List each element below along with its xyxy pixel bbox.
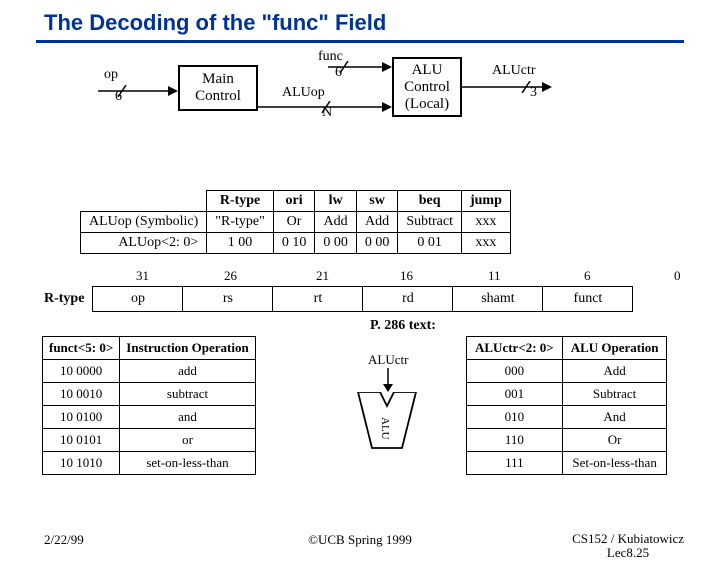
col-hdr: ALU Operation: [562, 337, 667, 360]
field: op: [93, 287, 183, 312]
col-hdr: sw: [356, 191, 398, 212]
op-label: op: [104, 67, 118, 83]
cell: 0 00: [315, 233, 357, 254]
alu-text: ALU: [379, 417, 391, 440]
aluctr-table: ALUctr<2: 0>ALU Operation 000Add 001Subt…: [466, 336, 667, 475]
bit: 26: [224, 268, 237, 284]
cell: 111: [467, 452, 563, 475]
col-hdr: jump: [461, 191, 510, 212]
cell: "R-type": [207, 212, 274, 233]
instruction-format: R-type op rs rt rd shamt funct: [44, 286, 633, 312]
cell: or: [120, 429, 255, 452]
cell: xxx: [461, 233, 510, 254]
bit: 31: [136, 268, 149, 284]
arrow-aluop: [258, 101, 392, 113]
footer-ref: CS152 / Kubiatowicz Lec8.25: [572, 532, 684, 561]
aluctr2-label: ALUctr: [368, 352, 408, 368]
page-title: The Decoding of the "func" Field: [0, 0, 720, 40]
cell: 0 00: [356, 233, 398, 254]
field: rt: [273, 287, 363, 312]
main-control-box: Main Control: [178, 65, 258, 111]
cell: set-on-less-than: [120, 452, 255, 475]
col-hdr: funct<5: 0>: [43, 337, 120, 360]
cell: 10 0000: [43, 360, 120, 383]
cell: and: [120, 406, 255, 429]
alu-shape-icon: ALU: [354, 392, 420, 452]
field: rd: [363, 287, 453, 312]
cell: And: [562, 406, 667, 429]
aluctr-label: ALUctr: [492, 63, 536, 79]
cell: 110: [467, 429, 563, 452]
bit: 6: [584, 268, 591, 284]
page-ref: P. 286 text:: [370, 318, 436, 334]
col-hdr: lw: [315, 191, 357, 212]
block-diagram: op 6 Main Control func 6 ALUop N ALU Con…: [0, 49, 720, 167]
cell: 10 0010: [43, 383, 120, 406]
title-rule: [36, 40, 684, 43]
cell: 010: [467, 406, 563, 429]
cell: Or: [562, 429, 667, 452]
bit: 0: [674, 268, 681, 284]
arrow-func: [328, 61, 392, 73]
bit: 16: [400, 268, 413, 284]
row-hdr: ALUop<2: 0>: [81, 233, 207, 254]
cell: Subtract: [398, 212, 462, 233]
field: rs: [183, 287, 273, 312]
cell: xxx: [461, 212, 510, 233]
aluop-label: ALUop: [282, 85, 325, 101]
field: funct: [543, 287, 633, 312]
arrow-aluctr: [462, 81, 552, 93]
cell: 10 1010: [43, 452, 120, 475]
row-hdr: ALUop (Symbolic): [81, 212, 207, 233]
cell: Or: [273, 212, 315, 233]
cell: 000: [467, 360, 563, 383]
cell: 10 0100: [43, 406, 120, 429]
footer-ref1: CS152 / Kubiatowicz: [572, 531, 684, 546]
cell: Subtract: [562, 383, 667, 406]
col-hdr: R-type: [207, 191, 274, 212]
col-hdr: Instruction Operation: [120, 337, 255, 360]
rtype-label: R-type: [44, 287, 93, 312]
col-hdr: ALUctr<2: 0>: [467, 337, 563, 360]
col-hdr: beq: [398, 191, 462, 212]
cell: Set-on-less-than: [562, 452, 667, 475]
funct-table: funct<5: 0>Instruction Operation 10 0000…: [42, 336, 256, 475]
cell: 10 0101: [43, 429, 120, 452]
footer-ref2: Lec8.25: [607, 545, 649, 560]
cell: Add: [562, 360, 667, 383]
aluop-table: R-type ori lw sw beq jump ALUop (Symboli…: [80, 190, 511, 254]
bit: 21: [316, 268, 329, 284]
cell: 001: [467, 383, 563, 406]
alu-control-box: ALU Control (Local): [392, 57, 462, 117]
cell: 0 01: [398, 233, 462, 254]
cell: 0 10: [273, 233, 315, 254]
cell: Add: [315, 212, 357, 233]
alu-symbol-area: ALUctr ALU: [322, 352, 452, 452]
arrow-op: [98, 85, 178, 97]
arrow-down-icon: [382, 368, 394, 392]
cell: 1 00: [207, 233, 274, 254]
col-hdr: ori: [273, 191, 315, 212]
cell: Add: [356, 212, 398, 233]
bit: 11: [488, 268, 501, 284]
cell: subtract: [120, 383, 255, 406]
cell: add: [120, 360, 255, 383]
field: shamt: [453, 287, 543, 312]
